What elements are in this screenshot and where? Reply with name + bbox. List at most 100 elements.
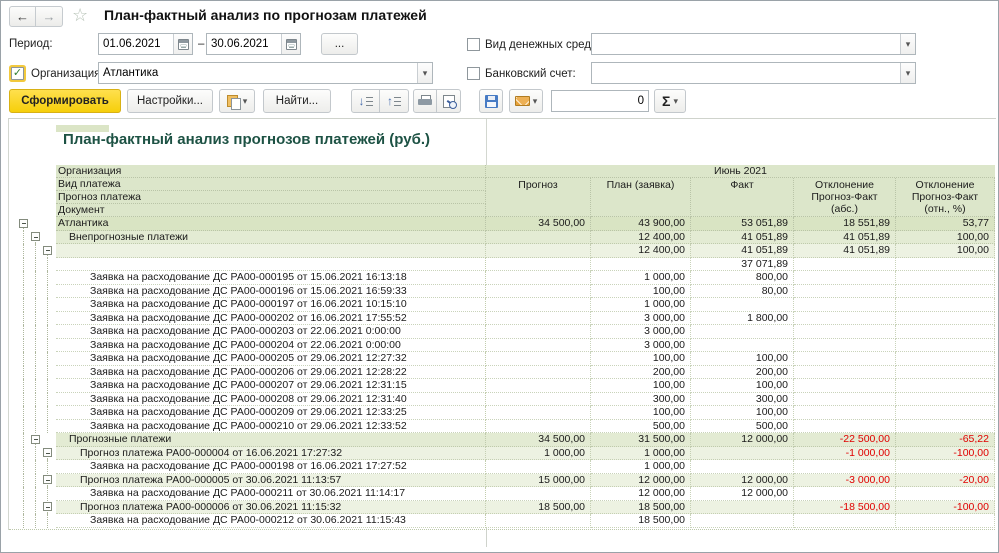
cell-otklonenie-abs[interactable] xyxy=(794,339,896,353)
org-combo[interactable]: Атлантика ▾ xyxy=(98,62,433,84)
period-to-value[interactable]: 30.06.2021 xyxy=(207,38,281,50)
row-header-payment-type[interactable]: Вид платежа xyxy=(56,178,486,191)
cell-otklonenie-otn[interactable] xyxy=(896,271,995,285)
cell-fakt[interactable]: 12 000,00 xyxy=(691,474,794,488)
month-header[interactable]: Июнь 2021 xyxy=(486,165,995,178)
cell-plan[interactable]: 12 400,00 xyxy=(591,244,691,258)
row-label[interactable]: Заявка на расходование ДС РА00-000209 от… xyxy=(56,406,486,420)
report-variants-button[interactable]: ▾ xyxy=(219,89,255,113)
cell-otklonenie-otn[interactable]: 53,77 xyxy=(896,217,995,231)
cell-plan[interactable]: 31 500,00 xyxy=(591,433,691,447)
period-to-calendar-button[interactable] xyxy=(281,34,300,54)
cell-fakt[interactable] xyxy=(691,460,794,474)
cell-prognoz[interactable] xyxy=(486,487,591,501)
settings-button[interactable]: Настройки... xyxy=(127,89,213,113)
cell-fakt[interactable]: 12 000,00 xyxy=(691,433,794,447)
column-header-fakt[interactable]: Факт xyxy=(691,178,794,217)
bank-account-dropdown-button[interactable]: ▾ xyxy=(900,63,915,83)
cell-otklonenie-abs[interactable]: 18 551,89 xyxy=(794,217,896,231)
cell-plan[interactable]: 1 000,00 xyxy=(591,460,691,474)
print-button[interactable] xyxy=(413,89,437,113)
period-from-value[interactable]: 01.06.2021 xyxy=(99,38,173,50)
cell-prognoz[interactable] xyxy=(486,352,591,366)
row-header-payment-forecast[interactable]: Прогноз платежа xyxy=(56,191,486,204)
cell-fakt[interactable]: 300,00 xyxy=(691,393,794,407)
cell-prognoz[interactable]: 18 500,00 xyxy=(486,501,591,515)
cell-otklonenie-otn[interactable]: 100,00 xyxy=(896,244,995,258)
cell-otklonenie-otn[interactable] xyxy=(896,298,995,312)
cash-type-checkbox[interactable] xyxy=(467,38,480,51)
row-label[interactable]: Прогнозные платежи xyxy=(56,433,486,447)
cell-otklonenie-abs[interactable]: -1 000,00 xyxy=(794,447,896,461)
cell-fakt[interactable] xyxy=(691,447,794,461)
collapse-group-button[interactable] xyxy=(43,246,52,255)
autosum-button[interactable]: Σ ▾ xyxy=(654,89,686,113)
cell-plan[interactable]: 43 900,00 xyxy=(591,217,691,231)
org-label[interactable]: Организация: xyxy=(31,68,104,80)
cell-otklonenie-abs[interactable] xyxy=(794,271,896,285)
cell-fakt[interactable]: 1 800,00 xyxy=(691,312,794,326)
cell-prognoz[interactable] xyxy=(486,271,591,285)
row-label[interactable]: Прогноз платежа РА00-000005 от 30.06.202… xyxy=(56,474,486,488)
cell-fakt[interactable]: 80,00 xyxy=(691,285,794,299)
send-mail-button[interactable]: ▾ xyxy=(509,89,543,113)
row-header-organization[interactable]: Организация xyxy=(56,165,486,178)
row-label[interactable]: Заявка на расходование ДС РА00-000198 от… xyxy=(56,460,486,474)
cell-prognoz[interactable] xyxy=(486,393,591,407)
cell-otklonenie-otn[interactable] xyxy=(896,325,995,339)
row-label[interactable]: Заявка на расходование ДС РА00-000197 от… xyxy=(56,298,486,312)
cell-plan[interactable]: 18 500,00 xyxy=(591,514,691,528)
cell-otklonenie-otn[interactable]: -100,00 xyxy=(896,447,995,461)
cell-plan[interactable] xyxy=(591,258,691,272)
cell-otklonenie-abs[interactable] xyxy=(794,366,896,380)
collapse-group-button[interactable] xyxy=(43,448,52,457)
collapse-group-button[interactable] xyxy=(43,502,52,511)
cell-otklonenie-abs[interactable]: -18 500,00 xyxy=(794,501,896,515)
row-label[interactable]: Заявка на расходование ДС РА00-000212 от… xyxy=(56,514,486,528)
cell-otklonenie-abs[interactable] xyxy=(794,379,896,393)
cell-plan[interactable]: 1 000,00 xyxy=(591,298,691,312)
cell-fakt[interactable]: 37 071,89 xyxy=(691,258,794,272)
cell-prognoz[interactable]: 15 000,00 xyxy=(486,474,591,488)
cell-prognoz[interactable] xyxy=(486,285,591,299)
cell-plan[interactable]: 300,00 xyxy=(591,393,691,407)
cell-prognoz[interactable] xyxy=(486,379,591,393)
cell-otklonenie-otn[interactable] xyxy=(896,339,995,353)
cell-prognoz[interactable] xyxy=(486,231,591,245)
row-label[interactable]: Заявка на расходование ДС РА00-000204 от… xyxy=(56,339,486,353)
autosum-field[interactable]: 0 xyxy=(551,90,649,112)
cell-otklonenie-abs[interactable] xyxy=(794,285,896,299)
period-from-field[interactable]: 01.06.2021 xyxy=(98,33,193,55)
bank-account-combo[interactable]: ▾ xyxy=(591,62,916,84)
cell-prognoz[interactable]: 34 500,00 xyxy=(486,217,591,231)
cell-fakt[interactable]: 41 051,89 xyxy=(691,244,794,258)
cash-type-combo[interactable]: ▾ xyxy=(591,33,916,55)
generate-button[interactable]: Сформировать xyxy=(9,89,121,113)
cell-plan[interactable]: 12 000,00 xyxy=(591,487,691,501)
period-from-calendar-button[interactable] xyxy=(173,34,192,54)
row-label[interactable]: Прогноз платежа РА00-000004 от 16.06.202… xyxy=(56,447,486,461)
row-label[interactable]: Заявка на расходование ДС РА00-000195 от… xyxy=(56,271,486,285)
cell-otklonenie-abs[interactable]: 41 051,89 xyxy=(794,244,896,258)
cell-otklonenie-otn[interactable] xyxy=(896,379,995,393)
cell-plan[interactable]: 3 000,00 xyxy=(591,339,691,353)
expand-groups-button[interactable]: ↓ xyxy=(351,89,380,113)
row-label[interactable] xyxy=(56,258,486,272)
cell-otklonenie-otn[interactable] xyxy=(896,352,995,366)
collapse-group-button[interactable] xyxy=(31,435,40,444)
cell-otklonenie-abs[interactable] xyxy=(794,460,896,474)
cell-otklonenie-otn[interactable] xyxy=(896,514,995,528)
cell-otklonenie-otn[interactable]: -20,00 xyxy=(896,474,995,488)
favorite-star-icon[interactable]: ☆ xyxy=(72,5,88,26)
cell-otklonenie-abs[interactable] xyxy=(794,298,896,312)
cell-prognoz[interactable] xyxy=(486,244,591,258)
cell-otklonenie-otn[interactable] xyxy=(896,285,995,299)
cell-fakt[interactable]: 100,00 xyxy=(691,379,794,393)
cell-prognoz[interactable] xyxy=(486,460,591,474)
cell-otklonenie-abs[interactable] xyxy=(794,406,896,420)
cell-fakt[interactable] xyxy=(691,501,794,515)
cell-plan[interactable]: 3 000,00 xyxy=(591,325,691,339)
forward-button[interactable]: → xyxy=(36,6,63,27)
cell-prognoz[interactable] xyxy=(486,366,591,380)
cell-otklonenie-abs[interactable] xyxy=(794,258,896,272)
